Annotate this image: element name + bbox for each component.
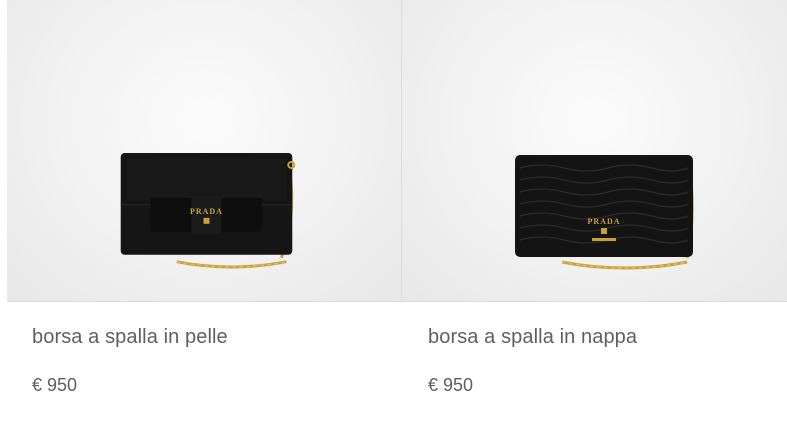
product-card-nappa[interactable]: PRADA borsa a spalla in nappa € 950 <box>402 0 787 422</box>
product-title[interactable]: borsa a spalla in pelle <box>32 326 228 349</box>
prada-logo-plate: PRADA <box>190 207 223 216</box>
product-price: € 950 <box>32 375 78 395</box>
prada-logo-plate: PRADA <box>588 217 621 226</box>
product-price: € 950 <box>428 375 474 395</box>
leather-shoulder-bag-image: PRADA <box>120 152 296 269</box>
nappa-shoulder-bag-image: PRADA <box>515 155 694 270</box>
product-card-pelle[interactable]: PRADA borsa a spalla in pelle € 950 <box>7 0 402 422</box>
product-image-nappa[interactable]: PRADA <box>402 0 787 302</box>
product-image-pelle[interactable]: PRADA <box>7 0 402 302</box>
product-title[interactable]: borsa a spalla in nappa <box>428 326 637 349</box>
product-grid: PRADA borsa a spalla in pelle € 950 PRAD… <box>7 0 787 422</box>
